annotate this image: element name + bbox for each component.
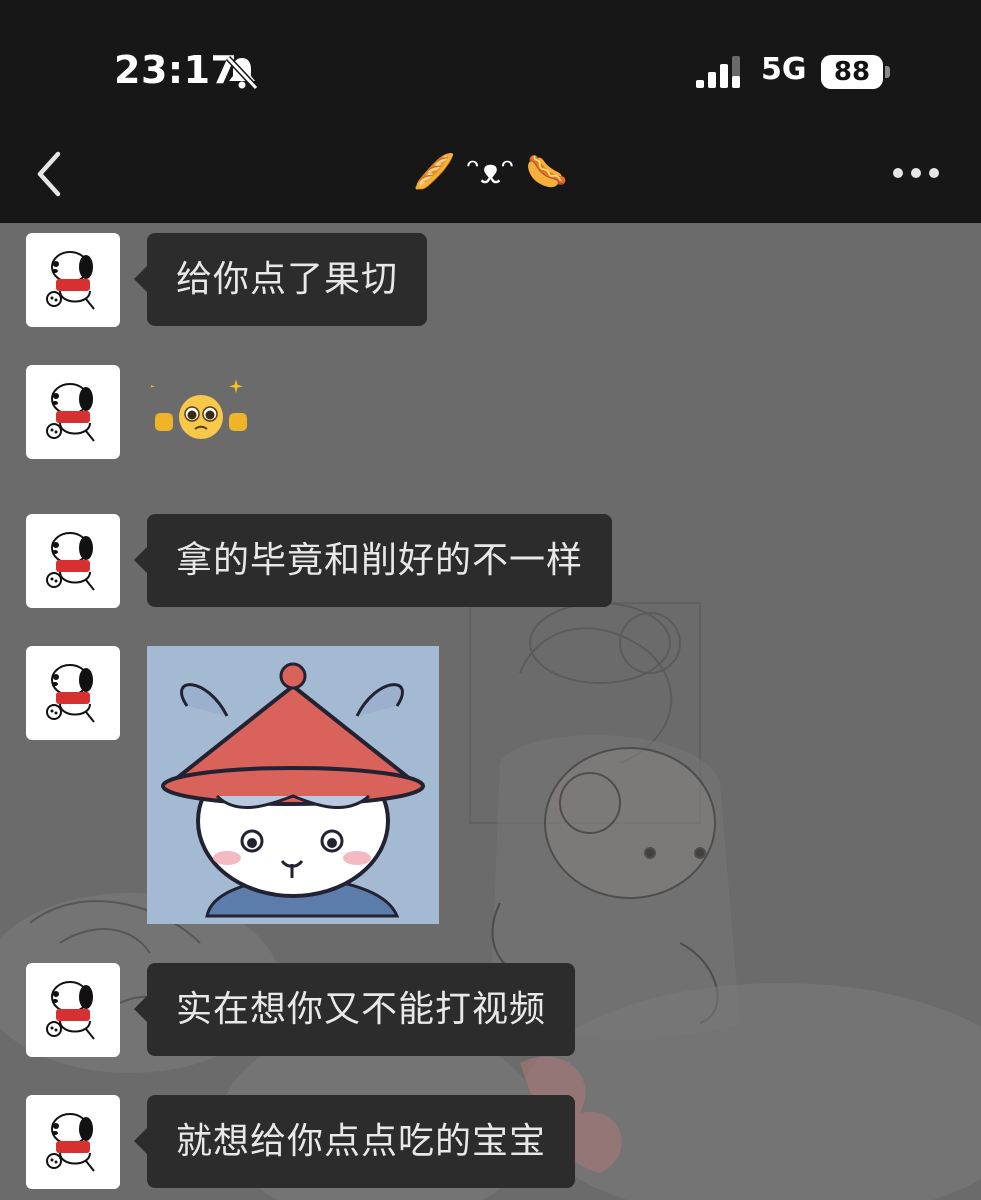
chat-title[interactable]: 🥖 ᵔᴥᵔ 🌭	[0, 152, 981, 192]
status-bar: 23:17 5G 88	[0, 0, 981, 130]
snoopy-avatar[interactable]	[26, 646, 120, 740]
white-cat-red-hat-sticker[interactable]	[147, 646, 439, 924]
snoopy-avatar[interactable]	[26, 963, 120, 1057]
status-time: 23:17	[114, 48, 238, 92]
nav-bar: 🥖 ᵔᴥᵔ 🌭	[0, 130, 981, 223]
snoopy-avatar[interactable]	[26, 233, 120, 327]
battery-level: 88	[821, 55, 883, 89]
snoopy-avatar[interactable]	[26, 1095, 120, 1189]
message-bubble[interactable]: 就想给你点点吃的宝宝	[133, 1095, 576, 1188]
message-bubble[interactable]: 给你点了果切	[133, 233, 428, 326]
bell-mute-icon	[225, 55, 259, 91]
message-bubble[interactable]: 拿的毕竟和削好的不一样	[133, 514, 613, 607]
snoopy-avatar[interactable]	[26, 514, 120, 608]
pleading-face-emoji[interactable]	[151, 379, 251, 445]
more-dots-icon[interactable]	[888, 158, 948, 188]
chat-area[interactable]: 给你点了果切 拿的毕竟和削好的不一样 实在想你又不能打视频 就想给你点点吃的宝宝	[0, 223, 981, 1200]
message-bubble[interactable]: 实在想你又不能打视频	[133, 963, 576, 1056]
snoopy-avatar[interactable]	[26, 365, 120, 459]
network-type: 5G	[761, 52, 807, 87]
signal-bars-icon	[696, 56, 740, 88]
chat-screen: 23:17 5G 88 🥖 ᵔᴥᵔ 🌭 给你点了果切 拿的毕竟和削好的不一样 实…	[0, 0, 981, 1200]
battery-tip	[885, 66, 890, 78]
